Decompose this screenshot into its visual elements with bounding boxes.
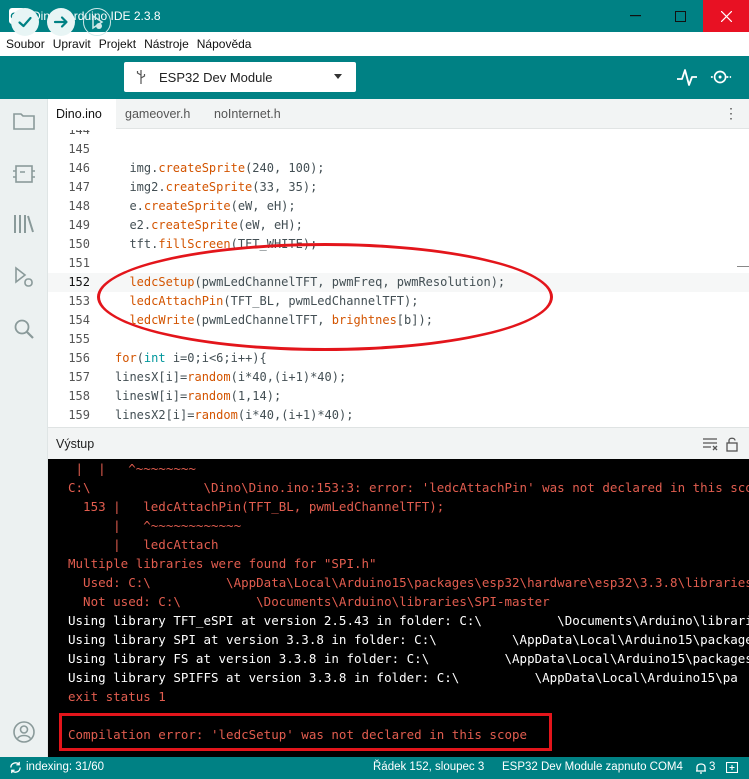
line-number: 150 [68,237,90,251]
tab-dino-ino[interactable]: Dino.ino [48,99,116,129]
code-line[interactable]: 145 [48,140,749,159]
chevron-down-icon [334,74,342,79]
code-text: linesW[i]=random(1,14); [115,389,282,403]
menu-projekt[interactable]: Projekt [95,37,140,51]
bell-icon[interactable] [695,761,707,774]
console-line: | ledcAttach [68,537,219,552]
menu-upravit[interactable]: Upravit [49,37,95,51]
minimize-button[interactable] [612,0,658,32]
code-line[interactable]: 146 img.createSprite(240, 100); [48,159,749,178]
code-text: img2.createSprite(33, 35); [115,180,318,194]
arrow-right-icon [53,16,68,28]
line-number: 148 [68,199,90,213]
board-manager-icon[interactable] [12,162,36,186]
console-line: Using library SPIFFS at version 3.3.8 in… [68,670,738,685]
console-line: Using library FS at version 3.3.8 in fol… [68,651,749,666]
console-line: exit status 1 [68,689,166,704]
code-line[interactable]: 149 e2.createSprite(eW, eH); [48,216,749,235]
line-number: 158 [68,389,90,403]
code-text: e.createSprite(eW, eH); [115,199,296,213]
maximize-button[interactable] [657,0,703,32]
code-text: for(int i=0;i<6;i++){ [115,351,267,365]
close-button[interactable] [703,0,749,32]
code-text: linesX2[i]=random(i*40,(i+1)*40); [115,408,354,422]
code-text: img.createSprite(240, 100); [115,161,325,175]
console-line: | ^~~~~~~~~~~~~ [68,518,242,533]
code-line[interactable]: 148 e.createSprite(eW, eH); [48,197,749,216]
line-number: 145 [68,142,90,156]
console-line: Multiple libraries were found for "SPI.h… [68,556,377,571]
code-line[interactable]: 157 linesX[i]=random(i*40,(i+1)*40); [48,368,749,387]
line-number: 156 [68,351,90,365]
line-number: 144 [68,130,90,137]
line-number: 159 [68,408,90,422]
line-number: 152 [68,275,90,289]
toolbar [0,56,749,99]
line-number: 153 [68,294,90,308]
board-selector[interactable]: ESP32 Dev Module [124,62,356,92]
editor-tabs: Dino.ino gameover.h noInternet.h ⋮ [48,99,749,129]
cursor-position[interactable]: Řádek 152, sloupec 3 [373,761,484,773]
menu-nastroje[interactable]: Nástroje [140,37,193,51]
clear-output-icon[interactable] [702,436,718,452]
upload-button[interactable] [47,8,75,36]
maximize-icon [674,10,686,22]
status-bar: indexing: 31/60 Řádek 152, sloupec 3 ESP… [0,757,749,779]
indexing-status: indexing: 31/60 [26,761,105,773]
debug-icon [92,14,104,30]
tab-nointernet-h[interactable]: noInternet.h [214,99,281,129]
line-number: 154 [68,313,90,327]
code-text: linesX[i]=random(i*40,(i+1)*40); [115,370,347,384]
close-icon [720,10,732,22]
more-icon[interactable]: ⋮ [724,105,739,122]
usb-icon [136,70,146,84]
line-number: 151 [68,256,90,270]
output-title: Výstup [56,437,95,451]
line-number: 157 [68,370,90,384]
code-text: e2.createSprite(eW, eH); [115,218,303,232]
debug-sidebar-icon[interactable] [12,265,36,289]
code-line[interactable]: 144 [48,130,749,140]
collapse-icon[interactable] [726,762,738,773]
output-header: Výstup [48,427,749,459]
search-icon[interactable] [12,317,36,341]
menu-bar: Soubor Upravit Projekt Nástroje Nápověda [0,32,749,56]
code-line[interactable]: 147 img2.createSprite(33, 35); [48,178,749,197]
verify-button[interactable] [11,8,39,36]
console-line: C:\ \Dino\Dino.ino:153:3: error: 'ledcAt… [68,480,749,495]
debug-button[interactable] [83,8,111,36]
line-number: 155 [68,332,90,346]
minimize-icon [629,15,641,17]
code-line[interactable]: 156 for(int i=0;i<6;i++){ [48,349,749,368]
console-line: | | ^~~~~~~~~ [68,461,196,476]
menu-napoveda[interactable]: Nápověda [193,37,256,51]
console-line: Using library TFT_eSPI at version 2.5.43… [68,613,749,628]
line-number: 147 [68,180,90,194]
menu-soubor[interactable]: Soubor [2,37,49,51]
folder-icon[interactable] [12,109,36,133]
annotation-ellipse [97,243,553,351]
console-line: Not used: C:\ \Documents\Arduino\librari… [68,594,550,609]
checkmark-icon [18,16,32,28]
serial-plotter-icon[interactable] [676,66,698,88]
console-line: Using library SPI at version 3.3.8 in fo… [68,632,749,647]
tab-gameover-h[interactable]: gameover.h [125,99,190,129]
console-line: Used: C:\ \AppData\Local\Arduino15\packa… [68,575,749,590]
sidebar [0,99,48,757]
board-port-status[interactable]: ESP32 Dev Module zapnuto COM4 [502,761,683,773]
line-number: 146 [68,161,90,175]
console-line: 153 | ledcAttachPin(TFT_BL, pwmLedChanne… [68,499,445,514]
account-icon[interactable] [12,720,36,744]
serial-monitor-icon[interactable] [710,66,732,88]
notification-count[interactable]: 3 [709,761,715,773]
line-number: 149 [68,218,90,232]
lock-icon[interactable] [724,436,740,452]
code-line[interactable]: 159 linesX2[i]=random(i*40,(i+1)*40); [48,406,749,425]
sync-icon [10,761,21,774]
code-line[interactable]: 158 linesW[i]=random(1,14); [48,387,749,406]
board-name: ESP32 Dev Module [159,69,273,85]
annotation-rectangle [59,713,552,751]
library-icon[interactable] [12,212,36,236]
